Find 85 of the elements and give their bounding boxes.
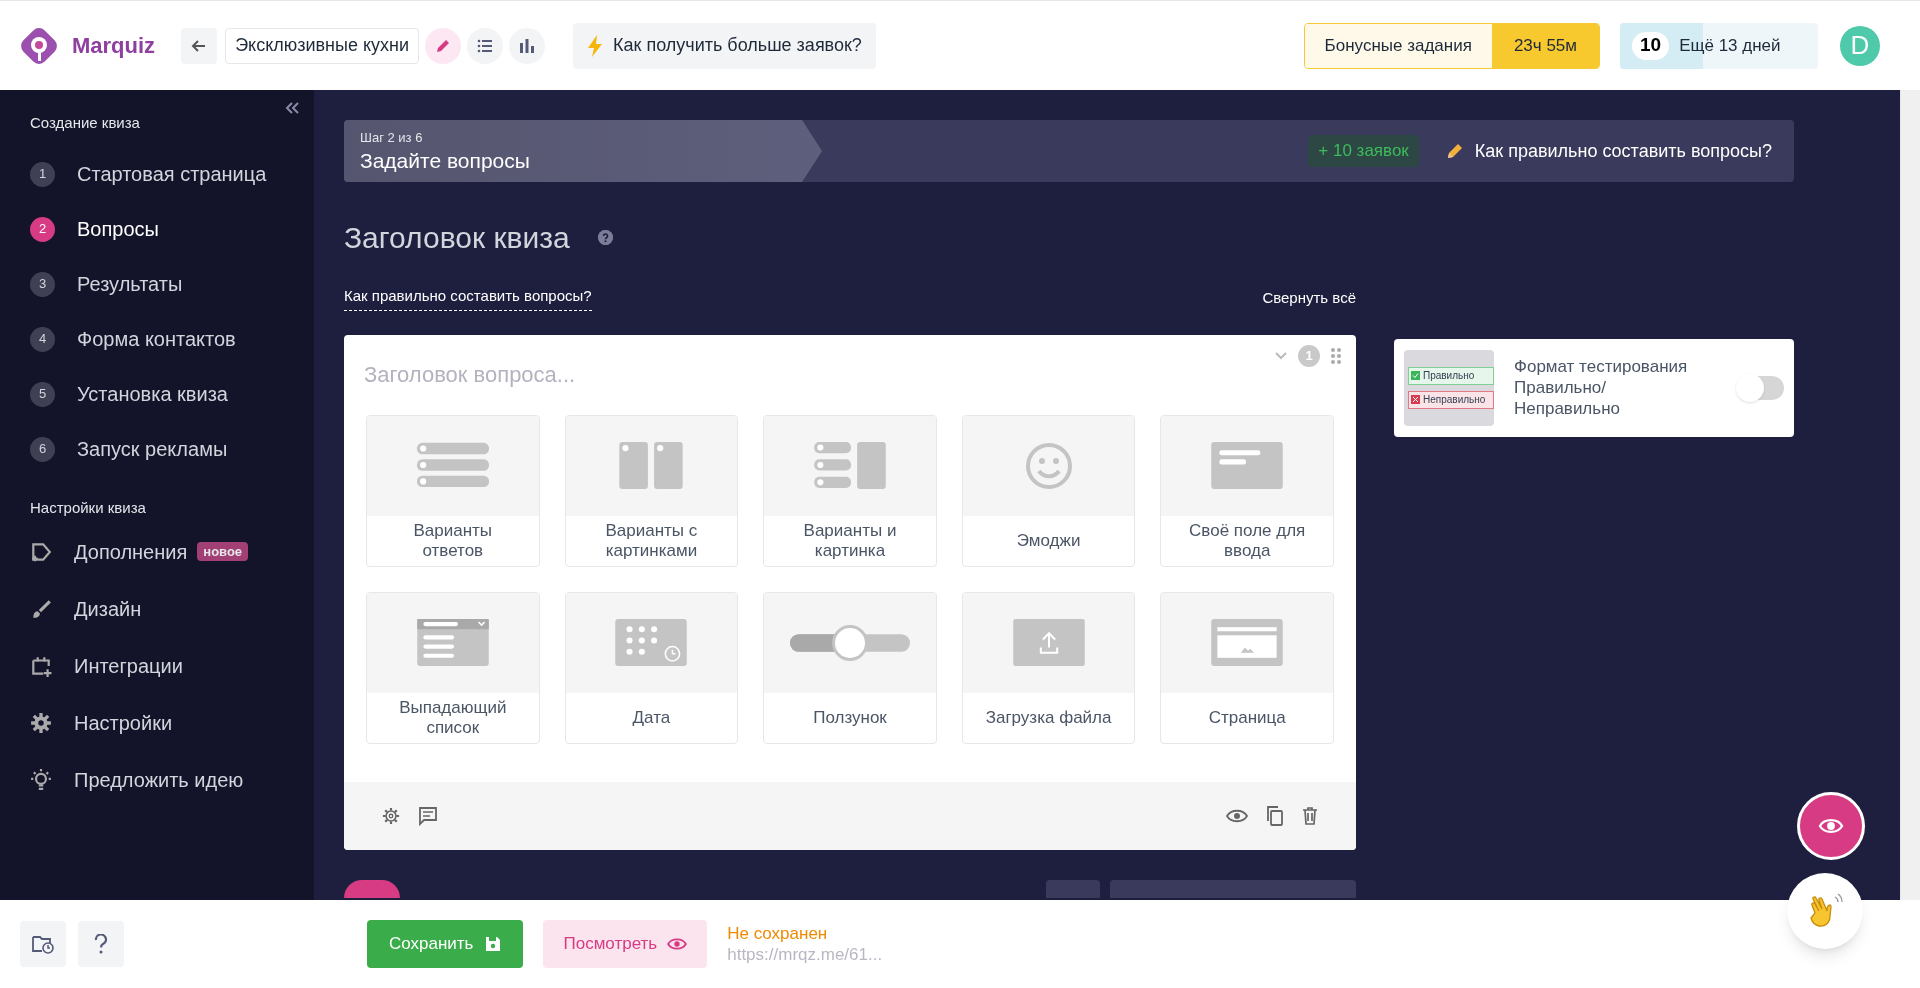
collapse-all-link[interactable]: Свернуть всё (1262, 286, 1356, 309)
copy-icon[interactable] (1266, 805, 1284, 826)
sidebar-item[interactable]: 6 Запуск рекламы (30, 421, 314, 477)
step-counter: Шаг 2 из 6 (360, 129, 424, 148)
preview-button[interactable]: Посмотреть (543, 920, 708, 968)
question-type-tile[interactable]: Эмоджи (961, 414, 1136, 567)
settings-icon (30, 711, 52, 734)
step-number: 2 (30, 216, 55, 242)
format-label: Формат тестирования Правильно/ Неправильно (1514, 356, 1689, 419)
collapse-sidebar-button[interactable] (284, 100, 300, 116)
help-button[interactable] (78, 921, 124, 967)
sidebar-item[interactable]: Настройки (30, 694, 314, 751)
toggle-switch[interactable] (1738, 375, 1784, 400)
sidebar-item[interactable]: 5 Установка квиза (30, 366, 314, 422)
step-number: 5 (30, 381, 55, 407)
check-icon (1411, 371, 1420, 380)
step-number: 4 (30, 326, 55, 352)
lightning-icon (587, 34, 604, 57)
folder-clock-icon (32, 934, 54, 954)
calendar-clock-icon (615, 619, 688, 666)
preview-label: Неправильно (1423, 393, 1486, 407)
question-type-tile[interactable]: Варианты с картинками (564, 414, 739, 567)
question-type-tile[interactable]: Варианты и картинка (763, 414, 937, 567)
settings-icon[interactable] (382, 806, 400, 825)
help-link[interactable]: Как правильно составить вопросы? (344, 285, 592, 311)
sidebar-item[interactable]: Дизайн (30, 580, 314, 637)
sidebar-item[interactable]: Предложить идею (30, 751, 314, 808)
help-link[interactable]: Как правильно составить вопросы? (1444, 137, 1772, 165)
trash-icon[interactable] (1302, 806, 1318, 825)
tag-icon (30, 540, 52, 563)
question-type-tile[interactable]: Варианты ответов (366, 414, 540, 567)
sidebar-item[interactable]: 3 Результаты (30, 256, 314, 312)
new-badge: новое (197, 541, 249, 562)
question-type-tile[interactable]: Страница (1160, 591, 1334, 744)
text-field-icon (1211, 442, 1284, 489)
help-icon (597, 229, 613, 245)
brush-icon (30, 597, 52, 620)
double-chevron-icon (284, 100, 300, 116)
sidebar-item[interactable]: Дополнения новое (30, 523, 314, 580)
quiz-url: https://mrqz.me/61... (727, 944, 883, 965)
preview-label: Правильно (1423, 369, 1475, 383)
countdown-timer: 23ч 55м (1491, 23, 1599, 68)
question-type-tile[interactable]: Своё поле для ввода (1160, 414, 1334, 567)
question-type-tile[interactable]: Загрузка файла (961, 591, 1136, 744)
logo-text: Marquiz (72, 32, 156, 60)
sidebar-item[interactable]: 1 Стартовая страница (30, 146, 314, 202)
question-type-tile[interactable]: Дата (564, 591, 739, 744)
tip-button[interactable]: Как получить больше заявок? (573, 22, 876, 69)
bonus-tasks-button[interactable]: Бонусные задания (1304, 23, 1492, 68)
reward-badge: + 10 заявок (1308, 135, 1419, 167)
add-question-button[interactable] (344, 879, 400, 898)
question-mark-icon (94, 934, 108, 954)
history-button[interactable] (20, 921, 66, 967)
dropdown-list-icon (416, 619, 489, 666)
slider-icon (790, 622, 910, 663)
calendar-plus-icon (30, 654, 52, 677)
sidebar-item[interactable]: 4 Форма контактов (30, 311, 314, 367)
question-title-field[interactable]: Заголовок вопроса... (364, 356, 1264, 393)
list-options-icon (416, 442, 489, 489)
question-type-tile[interactable]: Выпадающий список (366, 591, 540, 744)
step-number: 1 (30, 161, 55, 187)
step-title: Задайте вопросы (360, 147, 531, 174)
section-title: Создание квиза (30, 113, 141, 133)
back-button[interactable] (181, 27, 218, 64)
bar-chart-icon (518, 36, 537, 55)
cross-icon (1411, 395, 1420, 404)
quiz-title: Заголовок квиза (344, 219, 570, 256)
page-layout-icon (1211, 619, 1284, 666)
list-with-image-icon (814, 442, 886, 489)
save-status: Не сохранен (727, 923, 829, 944)
lightbulb-icon (30, 768, 52, 791)
question-type-tile[interactable]: Ползунок (763, 591, 937, 744)
smiley-icon (1023, 440, 1074, 491)
section-title: Настройки квиза (30, 497, 147, 518)
step-number: 6 (30, 436, 55, 462)
sidebar-item[interactable]: Интеграции (30, 637, 314, 694)
step-number: 3 (30, 271, 55, 297)
upload-icon (1012, 619, 1085, 666)
comment-icon[interactable] (418, 805, 438, 826)
sidebar-item[interactable]: 2 Вопросы (30, 201, 314, 257)
days-left-label: Ещё 13 дней (1679, 34, 1781, 57)
eye-icon (1818, 816, 1844, 836)
quiz-name-field[interactable]: Эксклюзивные кухни (225, 27, 420, 64)
eye-icon (667, 936, 688, 952)
drag-handle-icon[interactable] (1330, 346, 1342, 365)
